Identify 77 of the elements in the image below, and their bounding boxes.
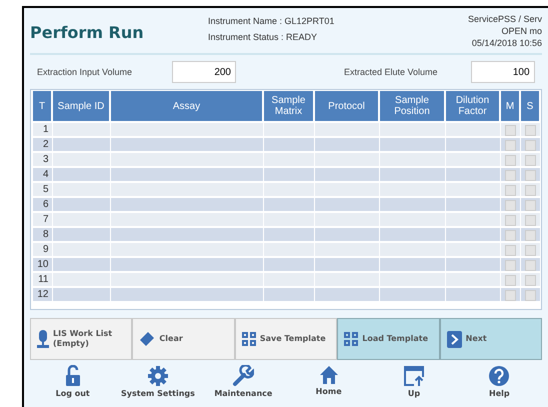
nav-button[interactable]: Maintenance [200, 365, 286, 398]
field-label: Extracted Elute Volume [344, 67, 438, 77]
help-icon [488, 365, 510, 387]
column-header: Protocol [314, 91, 379, 122]
page-title: Perform Run [30, 23, 145, 42]
checkbox[interactable] [524, 244, 536, 255]
user-name: ServicePSS / Serv [468, 13, 542, 25]
checkbox[interactable] [504, 290, 516, 300]
window-up-icon [402, 365, 425, 387]
date-time: 05/14/2018 10:56 [470, 37, 542, 49]
person-icon [37, 329, 49, 349]
checkbox[interactable] [524, 230, 536, 240]
grid-icon [344, 332, 358, 346]
volume-field[interactable]: 200 [172, 61, 236, 83]
checkbox[interactable] [524, 274, 536, 285]
field-label: Extraction Input Volume [37, 67, 134, 77]
column-header: Sample Position [379, 91, 445, 122]
home-icon [318, 365, 339, 385]
checkbox[interactable] [524, 124, 536, 135]
nav-button[interactable]: System Settings [115, 365, 201, 398]
row-number: 2 [32, 137, 52, 152]
instrument-name: Instrument Name : GL12PRT01 [208, 15, 334, 28]
row-number: 8 [32, 227, 52, 242]
row-number: 11 [32, 272, 52, 287]
action-button[interactable]: Save Template [234, 318, 338, 360]
action-button[interactable]: Next [440, 318, 542, 360]
checkbox[interactable] [504, 184, 516, 195]
column-header: M [500, 91, 520, 122]
next-icon [446, 330, 462, 348]
nav-button[interactable]: Up [371, 365, 457, 398]
checkbox[interactable] [504, 214, 516, 225]
checkbox[interactable] [524, 140, 536, 150]
checkbox[interactable] [504, 274, 516, 285]
checkbox[interactable] [504, 124, 516, 135]
unlock-icon [64, 365, 81, 387]
row-number: 5 [32, 182, 52, 197]
row-number: 1 [32, 122, 52, 137]
column-header: S [520, 91, 540, 122]
wrench-icon [232, 365, 254, 387]
checkbox[interactable] [504, 230, 516, 240]
action-button[interactable]: Clear [132, 318, 235, 360]
checkbox[interactable] [504, 260, 516, 270]
nav-button[interactable]: Log out [30, 365, 116, 398]
instrument-status: Instrument Status : READY [208, 31, 318, 44]
checkbox[interactable] [524, 290, 536, 300]
column-header: T [32, 91, 52, 122]
checkbox[interactable] [504, 140, 516, 150]
checkbox[interactable] [504, 244, 516, 255]
row-number: 3 [32, 152, 52, 167]
checkbox[interactable] [504, 154, 516, 165]
nav-button[interactable]: Home [286, 365, 372, 398]
nav-button[interactable]: Help [456, 365, 542, 398]
checkbox[interactable] [504, 170, 516, 180]
settings-icon [146, 365, 169, 387]
checkbox[interactable] [524, 170, 536, 180]
eraser-icon [139, 331, 156, 347]
checkbox[interactable] [524, 214, 536, 225]
checkbox[interactable] [524, 184, 536, 195]
grid-icon [242, 332, 256, 346]
checkbox[interactable] [524, 260, 536, 270]
row-number: 10 [32, 257, 52, 272]
action-button[interactable]: LIS Work List (Empty) [30, 318, 132, 360]
checkbox[interactable] [504, 200, 516, 210]
row-number: 4 [32, 167, 52, 182]
row-number: 12 [32, 287, 52, 302]
column-header: Sample Matrix [263, 91, 314, 122]
checkbox[interactable] [524, 200, 536, 210]
row-number: 9 [32, 242, 52, 257]
checkbox[interactable] [524, 154, 536, 165]
volume-field[interactable]: 100 [470, 61, 535, 83]
row-number: 7 [32, 212, 52, 227]
row-number: 6 [32, 197, 52, 212]
column-header: Sample ID [52, 91, 110, 122]
column-header: Dilution Factor [445, 91, 500, 122]
column-header: Assay [110, 91, 263, 122]
action-button[interactable]: Load Template [337, 318, 440, 360]
mode-text: OPEN mo [500, 25, 542, 37]
